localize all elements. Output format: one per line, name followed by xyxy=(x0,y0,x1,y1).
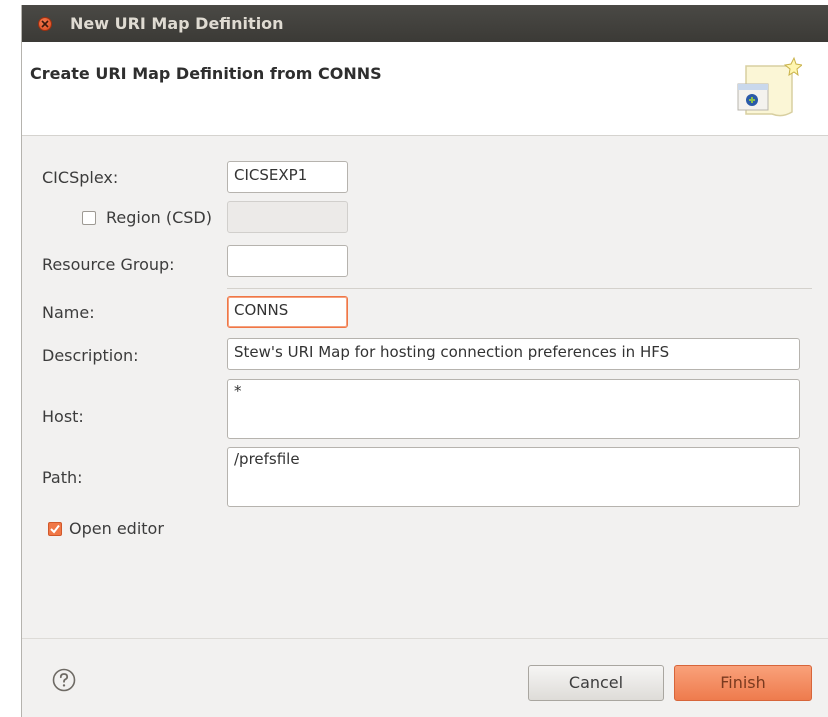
page-title: Create URI Map Definition from CONNS xyxy=(30,64,382,83)
description-label: Description: xyxy=(42,346,139,365)
cicsplex-field[interactable]: CICSEXP1 xyxy=(227,161,348,193)
open-editor-checkbox[interactable] xyxy=(48,522,62,536)
description-field[interactable]: Stew's URI Map for hosting connection pr… xyxy=(227,338,800,370)
open-editor-label: Open editor xyxy=(69,519,164,538)
name-field[interactable]: CONNS xyxy=(227,296,348,328)
region-field xyxy=(227,201,348,233)
window-title: New URI Map Definition xyxy=(70,14,284,33)
host-label: Host: xyxy=(42,407,84,426)
wizard-header: Create URI Map Definition from CONNS xyxy=(22,42,828,136)
cicsplex-label: CICSplex: xyxy=(42,168,119,187)
path-label: Path: xyxy=(42,468,83,487)
region-label: Region (CSD) xyxy=(106,208,212,227)
path-field[interactable]: /prefsfile xyxy=(227,447,800,507)
resource-group-field[interactable] xyxy=(227,245,348,277)
finish-button[interactable]: Finish xyxy=(674,665,812,701)
form-separator xyxy=(227,288,812,289)
dialog-window: New URI Map Definition Create URI Map De… xyxy=(21,5,828,717)
resource-group-label: Resource Group: xyxy=(42,255,175,274)
wizard-banner-icon xyxy=(737,56,802,117)
title-bar: New URI Map Definition xyxy=(22,5,828,42)
cancel-button[interactable]: Cancel xyxy=(528,665,664,701)
help-icon[interactable] xyxy=(52,668,76,692)
region-checkbox[interactable] xyxy=(82,211,96,225)
name-label: Name: xyxy=(42,303,95,322)
footer-separator xyxy=(22,638,828,639)
close-icon[interactable] xyxy=(38,17,52,31)
host-field[interactable]: * xyxy=(227,379,800,439)
